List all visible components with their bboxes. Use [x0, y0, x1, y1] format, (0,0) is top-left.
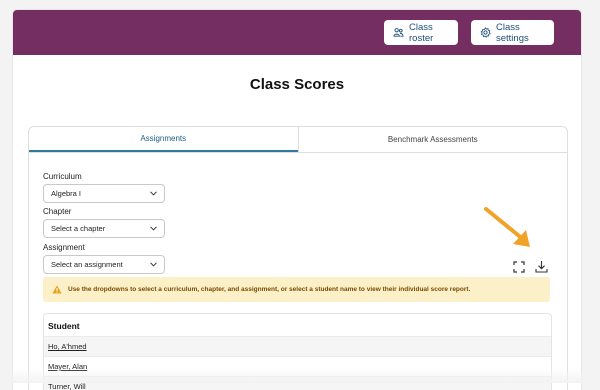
assignment-value: Select an assignment	[51, 260, 123, 269]
chevron-down-icon	[150, 262, 157, 267]
header-bar: Class roster Class settings	[13, 10, 581, 55]
class-settings-label: Class settings	[496, 21, 529, 44]
chevron-down-icon	[150, 226, 157, 231]
student-link[interactable]: Mayer, Alan	[48, 362, 87, 371]
annotation-arrow-icon	[484, 207, 530, 247]
chapter-label: Chapter	[43, 207, 72, 216]
class-roster-label: Class roster	[409, 21, 434, 44]
chevron-down-icon	[150, 191, 157, 196]
table-row: Turner, Will	[44, 376, 551, 390]
page-title: Class Scores	[249, 76, 345, 93]
gear-icon	[480, 27, 491, 38]
warning-icon	[52, 285, 62, 294]
tab-assignments[interactable]: Assignments	[29, 127, 298, 152]
student-link[interactable]: Ho, A'hmed	[48, 342, 87, 351]
curriculum-select[interactable]: Algebra I	[43, 184, 165, 203]
table-row: Ho, A'hmed	[44, 336, 551, 356]
assignment-label: Assignment	[43, 243, 85, 252]
student-column-header: Student	[48, 321, 80, 331]
class-settings-button[interactable]: Class settings	[471, 20, 554, 45]
class-scores-card: Class roster Class settings Class Scores…	[13, 10, 581, 390]
chapter-value: Select a chapter	[51, 224, 106, 233]
student-table: Student Ho, A'hmed Mayer, Alan Turner, W…	[43, 313, 552, 390]
tab-bar: Assignments Benchmark Assessments	[29, 127, 567, 153]
alert-text: Use the dropdowns to select a curriculum…	[68, 286, 471, 293]
fullscreen-icon[interactable]	[513, 261, 525, 273]
table-row: Mayer, Alan	[44, 356, 551, 376]
curriculum-value: Algebra I	[51, 189, 82, 198]
student-link[interactable]: Turner, Will	[48, 382, 86, 390]
tab-benchmark-assessments[interactable]: Benchmark Assessments	[297, 127, 568, 152]
download-icon[interactable]	[535, 260, 548, 273]
people-icon	[393, 28, 404, 37]
class-roster-button[interactable]: Class roster	[384, 20, 458, 45]
info-alert: Use the dropdowns to select a curriculum…	[43, 277, 550, 302]
assignment-select[interactable]: Select an assignment	[43, 255, 165, 274]
scores-panel: Assignments Benchmark Assessments Curric…	[28, 126, 568, 390]
chapter-select[interactable]: Select a chapter	[43, 219, 165, 238]
curriculum-label: Curriculum	[43, 172, 82, 181]
